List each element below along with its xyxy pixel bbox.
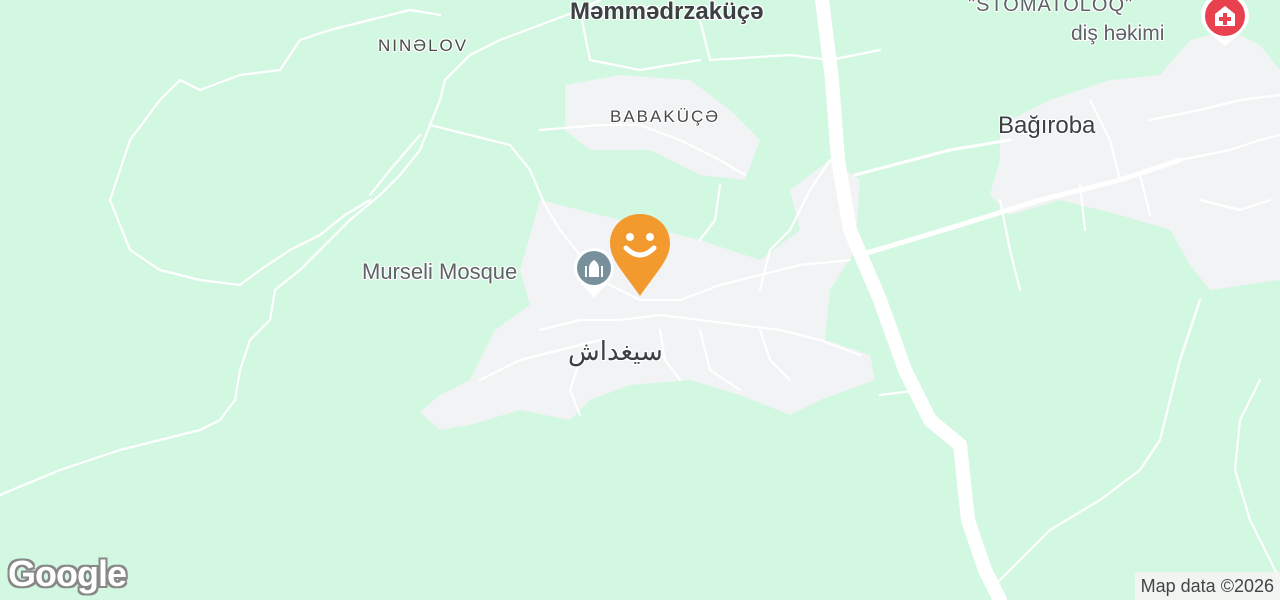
village-label-mammadrzakuca: Məmmədrzaküçə [570, 0, 764, 25]
map-attribution[interactable]: Map data ©2026 [1134, 572, 1280, 600]
town-label-bagiroba: Bağıroba [998, 112, 1096, 139]
google-logo: Google [8, 553, 127, 594]
poi-label-murseli-mosque[interactable]: Murseli Mosque [362, 259, 517, 285]
smiley-pin-icon[interactable] [608, 212, 672, 303]
town-label-siyghdash: سيغداش [568, 337, 663, 367]
poi-label-stomatoloq[interactable]: "STOMATOLOQ" [968, 0, 1133, 17]
map-canvas[interactable]: Məmmədrzaküçə NINƏLOV BABAKÜÇƏ Bağıroba … [0, 0, 1280, 600]
neighborhood-label-ninelov: NINƏLOV [378, 36, 469, 55]
hospital-cross-icon[interactable] [1198, 0, 1252, 53]
neighborhood-label-babakuce: BABAKÜÇƏ [610, 107, 721, 126]
urban-area-bagiroba [990, 30, 1280, 290]
urban-area-babakuce [565, 75, 760, 180]
poi-label-dis-hakimi[interactable]: diş həkimi [1071, 22, 1164, 46]
